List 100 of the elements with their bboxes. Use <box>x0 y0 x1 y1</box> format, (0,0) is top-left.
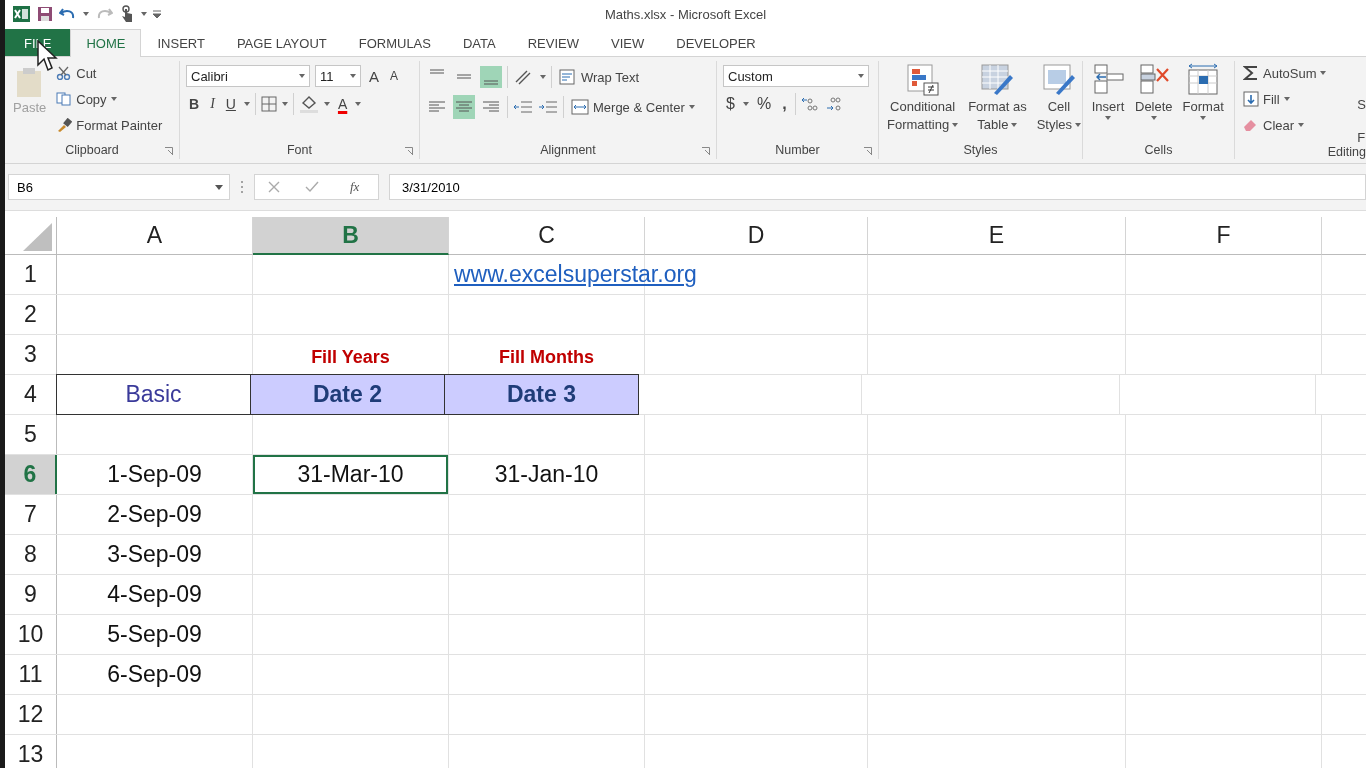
caret-icon[interactable] <box>243 102 250 106</box>
font-color-button[interactable]: A <box>334 93 351 115</box>
row-header[interactable]: 8 <box>5 535 57 574</box>
column-header[interactable]: B <box>253 217 449 255</box>
format-cells-button[interactable]: Format <box>1180 61 1226 122</box>
ribbon-tab[interactable]: INSERT <box>141 29 221 56</box>
bottom-align-icon[interactable] <box>480 66 502 88</box>
excel-logo-icon[interactable] <box>13 5 31 23</box>
font-size-field[interactable]: 11 <box>315 65 361 87</box>
dialog-launcher-icon[interactable] <box>165 147 173 155</box>
row-header[interactable]: 11 <box>5 655 57 694</box>
ribbon-tab[interactable]: DEVELOPER <box>660 29 772 56</box>
caret-icon[interactable] <box>323 102 330 106</box>
save-icon[interactable] <box>37 6 53 22</box>
row-header[interactable]: 13 <box>5 735 57 768</box>
dialog-launcher-icon[interactable] <box>702 147 710 155</box>
caret-icon[interactable] <box>540 75 546 79</box>
table-cell: Date 3 <box>444 374 639 415</box>
caret-icon <box>1011 122 1018 127</box>
caret-icon <box>350 74 356 78</box>
formula-field[interactable]: 3/31/2010 <box>389 174 1366 200</box>
table-cell: 31-Mar-10 <box>253 455 448 494</box>
insert-function-button[interactable]: fx <box>344 178 366 196</box>
caret-icon <box>858 74 864 78</box>
row-header[interactable]: 5 <box>5 415 57 454</box>
increase-indent-icon[interactable] <box>538 99 558 115</box>
insert-cells-icon <box>1091 63 1125 97</box>
insert-cells-button[interactable]: Insert <box>1089 61 1127 122</box>
row-header[interactable]: 10 <box>5 615 57 654</box>
italic-button[interactable]: I <box>207 93 218 115</box>
currency-button[interactable]: $ <box>723 93 738 115</box>
row-header[interactable]: 12 <box>5 695 57 734</box>
caret-icon[interactable] <box>141 12 147 16</box>
ribbon-tab[interactable]: HOME <box>70 29 142 57</box>
dialog-launcher-icon[interactable] <box>864 147 872 155</box>
touch-icon[interactable] <box>119 5 135 23</box>
fill-color-icon[interactable] <box>298 95 319 113</box>
row-header[interactable]: 1 <box>5 255 57 294</box>
select-all-icon[interactable] <box>23 223 53 251</box>
percent-button[interactable]: % <box>753 93 775 115</box>
row-header[interactable]: 3 <box>5 335 57 374</box>
decrease-indent-icon[interactable] <box>513 99 533 115</box>
sort-filter-label[interactable]: F <box>1357 130 1366 145</box>
caret-icon[interactable] <box>281 102 288 106</box>
bold-button[interactable]: B <box>186 93 203 115</box>
sort-filter-label[interactable]: S <box>1357 97 1366 112</box>
eraser-icon <box>1243 118 1259 132</box>
group-label: Editing <box>1327 145 1366 159</box>
caret-icon[interactable] <box>83 12 89 16</box>
ribbon-tab[interactable]: REVIEW <box>511 29 595 56</box>
customize-icon[interactable] <box>153 10 161 18</box>
link[interactable]: www.excelsuperstar.org <box>454 261 697 288</box>
fill-button[interactable]: Fill <box>1241 87 1329 111</box>
cell-styles-icon <box>1041 63 1076 97</box>
merge-center-button[interactable]: Merge & Center <box>569 95 697 119</box>
borders-icon[interactable] <box>260 96 277 112</box>
paintbrush-icon <box>56 118 73 132</box>
row-header[interactable]: 7 <box>5 495 57 534</box>
caret-icon <box>1200 116 1207 120</box>
copy-button[interactable]: Copy <box>54 87 165 111</box>
comma-button[interactable]: , <box>779 93 790 115</box>
ribbon-tab[interactable]: DATA <box>446 29 512 56</box>
ribbon-tab[interactable]: VIEW <box>595 29 661 56</box>
row-header[interactable]: 4 <box>5 375 57 414</box>
name-box[interactable]: B6 <box>8 174 230 200</box>
number-format-field[interactable]: Custom <box>723 65 869 87</box>
clear-button[interactable]: Clear <box>1241 113 1329 137</box>
format-painter-button[interactable]: Format Painter <box>54 113 165 137</box>
autosum-button[interactable]: AutoSum <box>1241 61 1329 85</box>
column-header[interactable]: E <box>868 217 1126 255</box>
center-align-icon[interactable] <box>453 95 475 119</box>
table-cell-text: 3-Sep-09 <box>106 540 203 569</box>
column-header[interactable]: C <box>449 217 645 255</box>
row-header[interactable]: 2 <box>5 295 57 334</box>
row-header[interactable]: 9 <box>5 575 57 614</box>
dialog-launcher-icon[interactable] <box>405 147 413 155</box>
grow-font-button[interactable]: A <box>366 65 382 87</box>
caret-icon <box>688 105 695 109</box>
table-brush-icon <box>980 63 1015 97</box>
font-name-field[interactable]: Calibri <box>186 65 310 87</box>
group-label: Alignment <box>540 143 596 157</box>
ribbon-tab[interactable]: PAGE LAYOUT <box>220 29 343 56</box>
column-header[interactable]: F <box>1126 217 1322 255</box>
row-header[interactable]: 6 <box>5 455 57 494</box>
ribbon-tab[interactable]: FORMULAS <box>342 29 447 56</box>
group-label: Number <box>775 143 820 157</box>
wrap-text-button[interactable]: Wrap Text <box>557 65 642 89</box>
column-header[interactable]: D <box>645 217 868 255</box>
cell-styles-button[interactable]: Cell Styles <box>1034 61 1084 135</box>
cancel-icon[interactable] <box>267 181 280 193</box>
shrink-font-button[interactable]: A <box>387 65 402 87</box>
enter-check-icon[interactable] <box>304 181 319 193</box>
delete-cells-button[interactable]: Delete <box>1133 61 1175 122</box>
underline-button[interactable]: U <box>222 93 239 115</box>
increase-decimal-icon[interactable] <box>800 96 819 112</box>
conditional-formatting-button[interactable]: Conditional Formatting <box>885 61 961 135</box>
caret-icon[interactable] <box>742 102 749 106</box>
group-label: Clipboard <box>65 143 119 157</box>
caret-icon[interactable] <box>355 102 362 106</box>
format-as-table-button[interactable]: Format as Table <box>966 61 1029 135</box>
